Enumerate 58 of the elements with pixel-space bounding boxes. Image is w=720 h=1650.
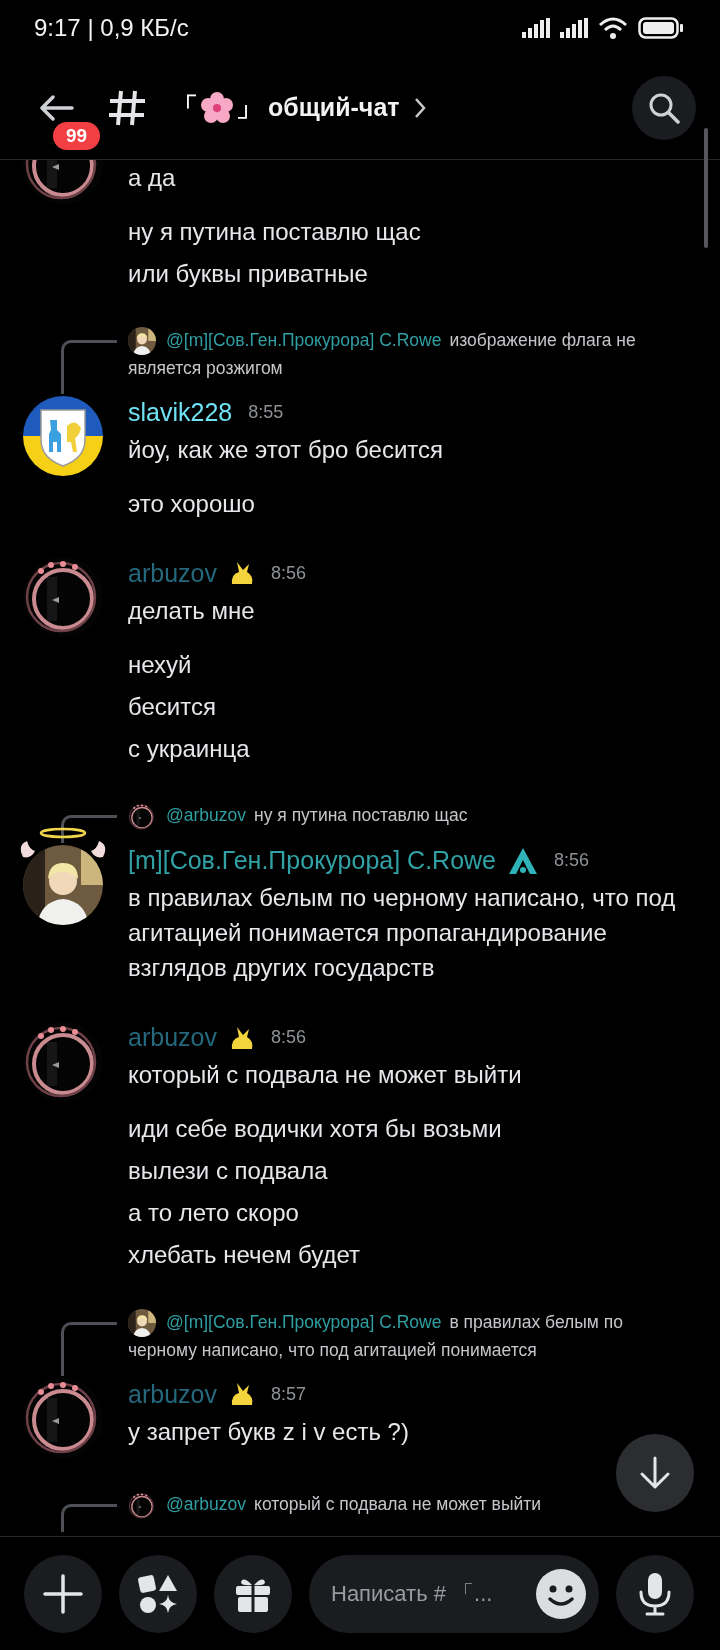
message-text: у запрет букв z i v есть ?) bbox=[128, 1416, 410, 1447]
unread-badge: 99 bbox=[53, 122, 101, 150]
signal-icon bbox=[522, 18, 550, 38]
message-text: а да bbox=[128, 162, 177, 193]
battery-icon bbox=[638, 17, 684, 39]
timestamp: 8:57 bbox=[270, 1383, 306, 1405]
message-text: иди себе водички хотя бы возьми bbox=[128, 1114, 503, 1145]
message-field[interactable]: Написать # 「... bbox=[309, 1554, 599, 1633]
status-time: 9:17 | 0,9 КБ/с bbox=[34, 14, 189, 42]
reply-text[interactable]: ну я путина поставлю щас bbox=[254, 805, 468, 826]
reply-text[interactable]: который с подвала не может выйти bbox=[254, 1494, 542, 1515]
timestamp: 8:56 bbox=[554, 850, 590, 872]
channel-bracket: 」 bbox=[236, 91, 262, 124]
timestamp: 8:56 bbox=[270, 1027, 306, 1049]
author-name[interactable]: [m][Сов.Ген.Прокурора] C.Rowe bbox=[128, 846, 496, 876]
message-text: нехуй bbox=[128, 649, 193, 680]
back-arrow-icon bbox=[38, 94, 74, 121]
reply-author[interactable]: @arbuzov bbox=[166, 1494, 247, 1515]
reply-connector bbox=[61, 340, 117, 395]
message-text: вылези с подвала bbox=[128, 1156, 329, 1187]
reply-connector bbox=[61, 1504, 117, 1532]
timestamp: 8:56 bbox=[270, 562, 306, 584]
message-text: это хорошо bbox=[128, 488, 256, 519]
reply-author[interactable]: @[m][Сов.Ген.Прокурора] C.Rowe bbox=[166, 330, 442, 350]
reply-text[interactable]: в правилах белым по bbox=[449, 1311, 623, 1332]
message-text: хлебать нечем будет bbox=[128, 1240, 362, 1271]
message-text: или буквы приватные bbox=[128, 258, 369, 289]
scrollbar[interactable] bbox=[704, 128, 708, 248]
message-text: делать мне bbox=[128, 595, 256, 626]
message-text: который с подвала не может выйти bbox=[128, 1060, 523, 1091]
message-text: с украинца bbox=[128, 733, 251, 764]
channel-name[interactable]: общий-чат bbox=[268, 93, 400, 122]
reply-connector bbox=[61, 1321, 117, 1377]
flower-icon bbox=[200, 90, 234, 125]
search-icon bbox=[648, 91, 680, 124]
reply-author[interactable]: @[m][Сов.Ген.Прокурора] C.Rowe bbox=[166, 1311, 442, 1332]
chevron-icon bbox=[413, 96, 426, 119]
message-text: ну я путина поставлю щас bbox=[128, 216, 422, 247]
apps-icon bbox=[137, 1572, 179, 1615]
reply-author[interactable]: @arbuzov bbox=[166, 805, 247, 826]
author-name[interactable]: slavik228 bbox=[128, 397, 233, 427]
message-text: а то лето скоро bbox=[128, 1198, 300, 1229]
message-text: йоу, как же этот бро бесится bbox=[128, 434, 444, 465]
channel-bracket: 「 bbox=[172, 91, 198, 124]
hash-icon bbox=[108, 88, 146, 127]
timestamp: 8:55 bbox=[248, 401, 284, 423]
reply-text[interactable]: изображение флага не bbox=[449, 330, 636, 350]
message-text: бесится bbox=[128, 691, 217, 722]
message-text: в правилах белым по черному написано, что под агитацией понимается пропагандирование взглядов других государств bbox=[128, 883, 677, 984]
back-button[interactable] bbox=[38, 94, 74, 121]
signal-icon bbox=[560, 18, 588, 38]
reply-text[interactable]: черному написано, что под агитацией понимается bbox=[128, 1337, 680, 1365]
plus-icon bbox=[43, 1573, 83, 1614]
arrow-down-icon bbox=[639, 1456, 671, 1490]
smiley-icon bbox=[535, 1567, 587, 1620]
reply-text[interactable]: является розжигом bbox=[128, 355, 680, 383]
wifi-icon bbox=[598, 17, 628, 39]
reply-connector bbox=[61, 815, 117, 843]
